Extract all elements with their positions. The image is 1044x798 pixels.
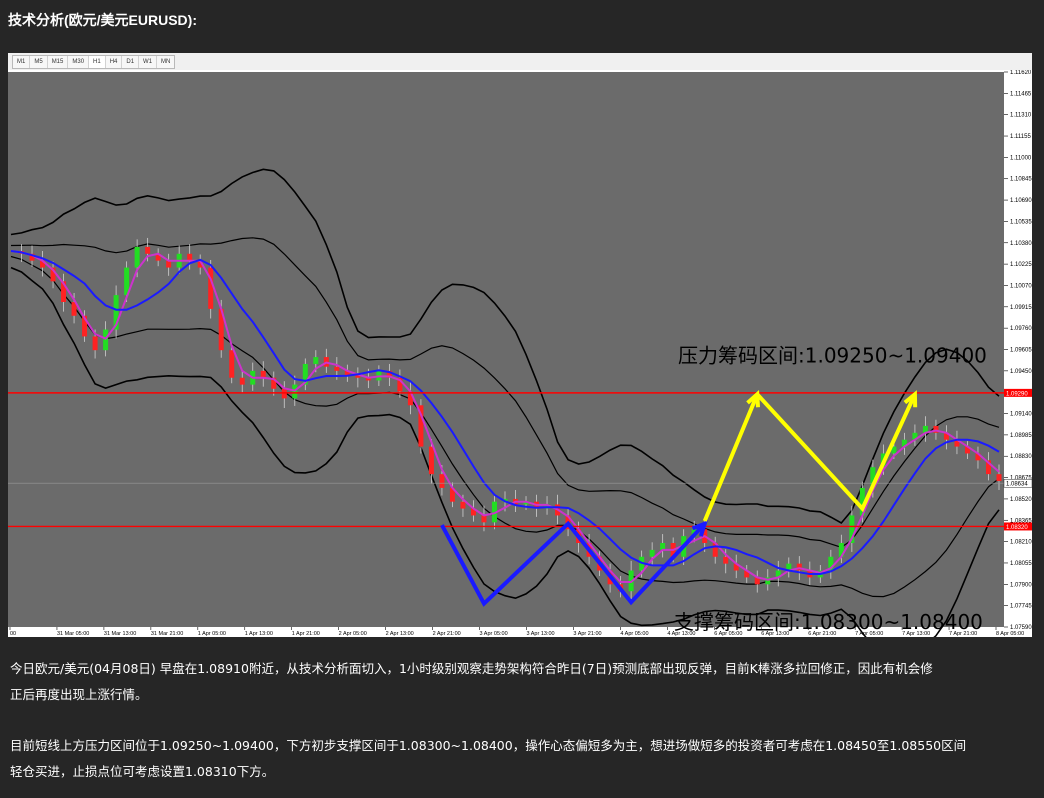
timeframe-button-m30[interactable]: M30: [68, 56, 90, 68]
x-tick-label: 2 Apr 13:00: [386, 631, 414, 637]
y-tick-label: 1.08985: [1010, 433, 1032, 439]
candle-down: [166, 260, 172, 268]
y-tick-label: 1.08520: [1010, 497, 1032, 503]
y-tick-label: 1.09760: [1010, 326, 1032, 332]
analysis-paragraph-1-line-1: 今日欧元/美元(04月08日) 早盘在1.08910附近，从技术分析面切入，1小…: [10, 661, 933, 676]
y-tick-label: 1.09605: [1010, 348, 1032, 354]
y-tick-label: 1.11310: [1010, 113, 1032, 119]
candle-down: [187, 253, 193, 261]
current-price-label: 1.08634: [1006, 482, 1028, 488]
page-title: 技术分析(欧元/美元EURUSD):: [8, 12, 197, 28]
candle-down: [428, 446, 434, 475]
candle-down: [145, 246, 151, 254]
timeframe-button-w1[interactable]: W1: [139, 56, 158, 68]
x-tick-label: 8 Apr 05:00: [996, 631, 1024, 637]
y-tick-label: 1.10535: [1010, 219, 1032, 225]
x-tick-label: 31 Mar 05:00: [57, 631, 89, 637]
timeframe-button-h1[interactable]: H1: [89, 56, 106, 68]
candle-up: [313, 357, 319, 364]
candle-up: [134, 246, 140, 268]
x-tick-label: 2 Apr 05:00: [339, 631, 367, 637]
y-tick-label: 1.09915: [1010, 305, 1032, 311]
y-tick-label: 1.10845: [1010, 177, 1032, 183]
x-tick-label: 2 Apr 21:00: [433, 631, 461, 637]
y-tick-label: 1.10690: [1010, 198, 1032, 204]
timeframe-button-mn[interactable]: MN: [157, 56, 174, 68]
candle-down: [260, 370, 266, 378]
candle-down: [460, 501, 466, 509]
y-tick-label: 1.07745: [1010, 604, 1032, 610]
level-price-label: 1.08320: [1006, 525, 1028, 531]
x-tick-label: 31 Mar 21:00: [151, 631, 183, 637]
candle-up: [103, 329, 109, 351]
analysis-paragraph-2-line-2: 轻仓买进，止损点位可考虑设置1.08310下方。: [10, 764, 275, 779]
candle-down: [481, 515, 487, 523]
analysis-paragraph-1: 今日欧元/美元(04月08日) 早盘在1.08910附近，从技术分析面切入，1小…: [10, 656, 1034, 708]
x-tick-label: 31 Mar 13:00: [104, 631, 136, 637]
timeframe-button-m5[interactable]: M5: [30, 56, 48, 68]
y-tick-label: 1.09450: [1010, 369, 1032, 375]
y-tick-label: 1.10380: [1010, 241, 1032, 247]
y-tick-label: 1.09140: [1010, 412, 1032, 418]
x-tick-label: 3 Apr 05:00: [480, 631, 508, 637]
candle-down: [229, 350, 235, 378]
y-tick-label: 1.08055: [1010, 561, 1032, 567]
candle-down: [723, 556, 729, 564]
candle-down: [208, 267, 214, 309]
timeframe-button-group: M1 M5 M15 M30 H1 H4 D1 W1 MN: [12, 55, 176, 69]
x-tick-label: 1 Apr 13:00: [245, 631, 273, 637]
support-zone-label: 支撑筹码区间:1.08300~1.08400: [674, 610, 983, 634]
candle-down: [996, 474, 1002, 482]
y-tick-label: 1.10070: [1010, 283, 1032, 289]
y-tick-label: 1.11620: [1010, 70, 1032, 76]
candle-up: [660, 542, 666, 550]
chart-panel: M1 M5 M15 M30 H1 H4 D1 W1 MN 1.11620 1.11465 1.113…: [8, 53, 1032, 637]
x-tick-label: 1 Apr 05:00: [198, 631, 226, 637]
price-chart[interactable]: 1.11620 1.11465 1.11310 1.11155 1.11000 1.108…: [8, 70, 1032, 637]
timeframe-button-m1[interactable]: M1: [13, 56, 31, 68]
candle-down: [92, 336, 98, 351]
analysis-paragraph-2-line-1: 目前短线上方压力区间位于1.09250~1.09400，下方初步支撑区间于1.0…: [10, 738, 967, 753]
x-tick-label: 3 Apr 21:00: [573, 631, 601, 637]
y-tick-label: 1.11465: [1010, 91, 1032, 97]
candle-up: [649, 549, 655, 557]
analysis-paragraph-1-line-2: 正后再度出现上涨行情。: [10, 687, 148, 702]
y-tick-label: 1.08210: [1010, 540, 1032, 546]
candle-down: [439, 474, 445, 488]
level-price-label: 1.09290: [1006, 391, 1028, 397]
x-tick-label: 3 Apr 13:00: [526, 631, 554, 637]
y-tick-label: 1.07900: [1010, 582, 1032, 588]
candle-down: [239, 377, 245, 385]
x-tick-label: 00: [10, 631, 16, 637]
y-tick-label: 1.11000: [1010, 155, 1032, 161]
analysis-paragraph-2: 目前短线上方压力区间位于1.09250~1.09400，下方初步支撑区间于1.0…: [10, 733, 1034, 785]
resistance-zone-label: 压力筹码区间:1.09250~1.09400: [678, 344, 987, 368]
y-tick-label: 1.08830: [1010, 454, 1032, 460]
x-tick-label: 4 Apr 05:00: [620, 631, 648, 637]
y-tick-label: 1.10225: [1010, 262, 1032, 268]
x-tick-label: 1 Apr 21:00: [292, 631, 320, 637]
y-tick-label: 1.11155: [1010, 134, 1031, 140]
candle-down: [334, 366, 340, 371]
timeframe-button-d1[interactable]: D1: [122, 56, 140, 68]
timeframe-toolbar: M1 M5 M15 M30 H1 H4 D1 W1 MN: [8, 53, 1032, 71]
timeframe-button-h4[interactable]: H4: [106, 56, 123, 68]
timeframe-button-m15[interactable]: M15: [48, 56, 69, 68]
